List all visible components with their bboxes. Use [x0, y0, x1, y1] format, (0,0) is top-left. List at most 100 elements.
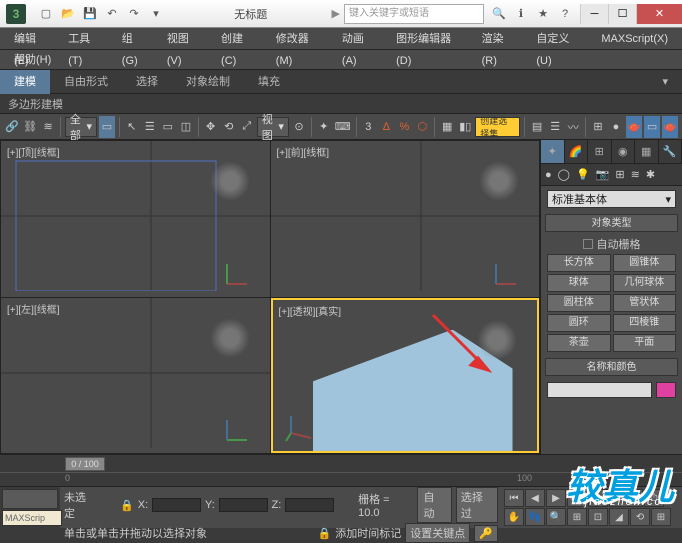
add-time-tag[interactable]: 添加时间标记	[335, 525, 401, 541]
rollout-object-type[interactable]: 对象类型	[545, 214, 678, 232]
viewcube[interactable]	[210, 318, 250, 358]
scale-icon[interactable]: ⤢	[239, 116, 255, 138]
btn-cylinder[interactable]: 圆柱体	[547, 294, 611, 312]
category-dropdown[interactable]: 标准基本体▾	[547, 190, 676, 208]
select-name-icon[interactable]: ☰	[142, 116, 158, 138]
schematic-icon[interactable]: ⊞	[590, 116, 606, 138]
orbit-icon[interactable]: ⟲	[630, 508, 650, 526]
shapes-icon[interactable]: ◯	[558, 168, 570, 181]
object-color-swatch[interactable]	[656, 382, 676, 398]
lights-icon[interactable]: 💡	[576, 168, 590, 181]
curve-editor-icon[interactable]: 〰	[565, 116, 581, 138]
bind-icon[interactable]: ≋	[40, 116, 56, 138]
dropdown-icon[interactable]: ▾	[146, 5, 166, 23]
trackview-mini[interactable]	[2, 489, 58, 509]
time-slider[interactable]: 0 / 100	[65, 457, 105, 471]
btn-sphere[interactable]: 球体	[547, 274, 611, 292]
menu-group[interactable]: 组(G)	[112, 28, 157, 50]
info-icon[interactable]: ℹ	[512, 5, 530, 23]
menu-animation[interactable]: 动画(A)	[332, 28, 386, 50]
menu-tools[interactable]: 工具(T)	[58, 28, 112, 50]
btn-plane[interactable]: 平面	[613, 334, 677, 352]
layers-icon[interactable]: ☰	[547, 116, 563, 138]
tab-create[interactable]: ✦	[541, 140, 565, 163]
tab-motion[interactable]: ◉	[612, 140, 636, 163]
btn-geosphere[interactable]: 几何球体	[613, 274, 677, 292]
menu-graph[interactable]: 图形编辑器(D)	[386, 28, 472, 50]
tab-utilities[interactable]: 🔧	[659, 140, 682, 163]
ribbon-collapse-icon[interactable]: ▾	[648, 70, 682, 94]
help-icon[interactable]: ?	[556, 5, 574, 23]
viewport-front[interactable]: [+][前][线框]	[271, 141, 540, 297]
tab-modeling[interactable]: 建模	[0, 70, 50, 94]
tab-populate[interactable]: 填充	[244, 70, 294, 94]
angle-snap-icon[interactable]: ∆	[378, 116, 394, 138]
maxscript-listener[interactable]: MAXScrip	[2, 510, 62, 526]
viewport-top[interactable]: [+][顶][线框]	[1, 141, 270, 297]
spinner-snap-icon[interactable]: ⬡	[414, 116, 430, 138]
play-icon[interactable]: ▶	[546, 489, 566, 507]
window-crossing-icon[interactable]: ◫	[178, 116, 194, 138]
btn-tube[interactable]: 管状体	[613, 294, 677, 312]
viewcube[interactable]	[210, 161, 250, 201]
refcoord-dropdown[interactable]: 视图▾	[257, 117, 289, 137]
ribbon-panel-label[interactable]: 多边形建模	[8, 96, 63, 112]
spacewarps-icon[interactable]: ≋	[631, 168, 640, 181]
close-button[interactable]: ✕	[636, 4, 682, 24]
geometry-icon[interactable]: ●	[545, 169, 552, 181]
setkey-button[interactable]: 设置关键点	[405, 523, 470, 543]
keyboard-icon[interactable]: ⌨	[334, 116, 352, 138]
select-icon[interactable]: ▭	[99, 116, 115, 138]
rollout-name-color[interactable]: 名称和颜色	[545, 358, 678, 376]
walk-icon[interactable]: 👣	[525, 508, 545, 526]
select-region-icon[interactable]: ▭	[160, 116, 176, 138]
tab-objectpaint[interactable]: 对象绘制	[172, 70, 244, 94]
named-sel-icon[interactable]: ▦	[439, 116, 455, 138]
move-icon[interactable]: ✥	[203, 116, 219, 138]
undo-icon[interactable]: ↶	[102, 5, 122, 23]
menu-customize[interactable]: 自定义(U)	[526, 28, 591, 50]
prev-frame-icon[interactable]: ◀	[525, 489, 545, 507]
selection-set-dropdown[interactable]: 创建选择集	[475, 117, 520, 137]
pivot-icon[interactable]: ⊙	[291, 116, 307, 138]
menu-create[interactable]: 创建(C)	[211, 28, 266, 50]
tab-display[interactable]: ▦	[635, 140, 659, 163]
helpers-icon[interactable]: ⊞	[615, 168, 624, 181]
tab-hierarchy[interactable]: ⊞	[588, 140, 612, 163]
percent-snap-icon[interactable]: %	[396, 116, 412, 138]
btn-box[interactable]: 长方体	[547, 254, 611, 272]
cameras-icon[interactable]: 📷	[596, 168, 610, 181]
minimize-button[interactable]: ─	[580, 4, 608, 24]
mirror-icon[interactable]: ▮▯	[457, 116, 473, 138]
menu-edit[interactable]: 编辑(E)	[4, 28, 58, 50]
btn-teapot[interactable]: 茶壶	[547, 334, 611, 352]
maximize-button[interactable]: ☐	[608, 4, 636, 24]
rotate-icon[interactable]: ⟲	[221, 116, 237, 138]
menu-modifiers[interactable]: 修改器(M)	[266, 28, 332, 50]
tab-selection[interactable]: 选择	[122, 70, 172, 94]
unlink-icon[interactable]: ⛓	[22, 116, 38, 138]
menu-help[interactable]: 帮助(H)	[4, 49, 61, 71]
binoculars-icon[interactable]: 🔍	[490, 5, 508, 23]
open-icon[interactable]: 📂	[58, 5, 78, 23]
menu-render[interactable]: 渲染(R)	[472, 28, 527, 50]
save-icon[interactable]: 💾	[80, 5, 100, 23]
btn-cone[interactable]: 圆锥体	[613, 254, 677, 272]
manipulate-icon[interactable]: ✦	[316, 116, 332, 138]
object-name-input[interactable]	[547, 382, 652, 398]
coord-y-input[interactable]	[219, 498, 268, 512]
render-setup-icon[interactable]: 🫖	[626, 116, 642, 138]
select-object-icon[interactable]: ↖	[124, 116, 140, 138]
search-input[interactable]: 键入关键字或短语	[344, 4, 484, 24]
menu-maxscript[interactable]: MAXScript(X)	[591, 28, 678, 50]
zoom-icon[interactable]: 🔍	[546, 508, 566, 526]
goto-start-icon[interactable]: ⏮	[504, 489, 524, 507]
viewport-perspective[interactable]: [+][透视][真实]	[271, 298, 540, 454]
material-icon[interactable]: ●	[608, 116, 624, 138]
menu-views[interactable]: 视图(V)	[157, 28, 211, 50]
new-icon[interactable]: ▢	[36, 5, 56, 23]
autogrid-checkbox[interactable]	[583, 239, 593, 249]
app-icon[interactable]: 3	[6, 4, 26, 24]
link-icon[interactable]: 🔗	[4, 116, 20, 138]
render-icon[interactable]: 🫖	[662, 116, 678, 138]
